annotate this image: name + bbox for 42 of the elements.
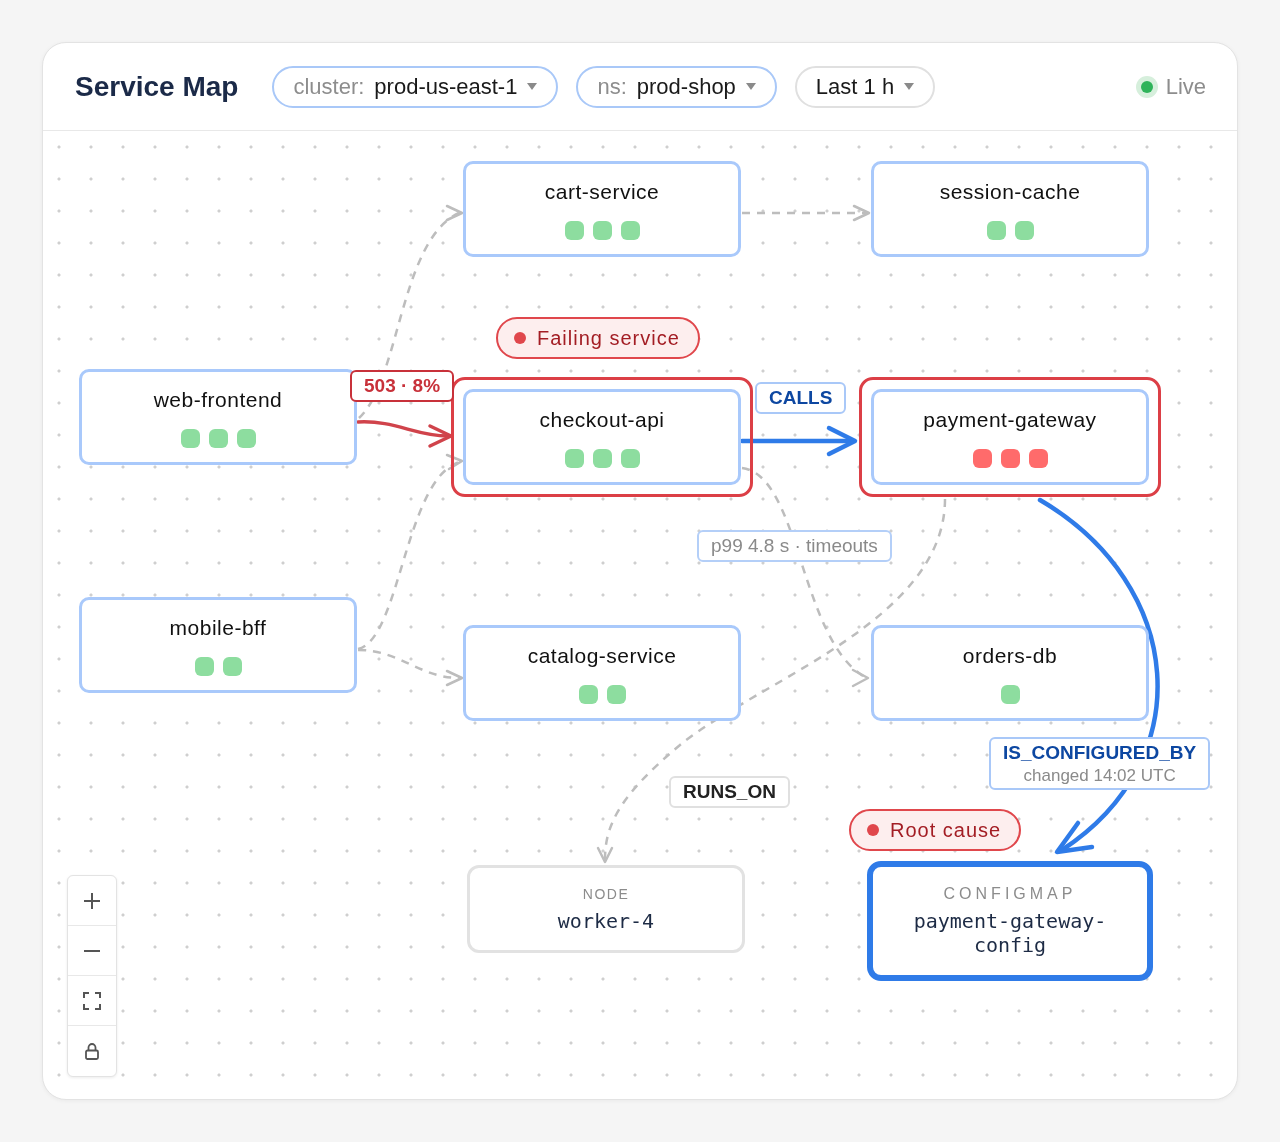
- edge-label: CALLS: [755, 382, 847, 414]
- service-name: checkout-api: [539, 407, 665, 433]
- callout-text: Failing service: [537, 326, 680, 350]
- minus-icon: [84, 949, 100, 952]
- callout-text: Root cause: [890, 818, 1002, 842]
- service-name: catalog-service: [527, 643, 677, 669]
- service-name: payment-gateway: [923, 407, 1097, 433]
- page-title: Service Map: [75, 69, 239, 104]
- service-node[interactable]: session-cache: [871, 161, 1149, 257]
- host-node[interactable]: NODE worker-4: [467, 865, 745, 953]
- service-name: orders-db: [962, 643, 1058, 669]
- caret-icon: [527, 83, 538, 90]
- edge-change-note: changed 14:02 UTC: [1023, 765, 1176, 786]
- resource-type-label: NODE: [582, 885, 630, 904]
- resource-type-label: CONFIGMAP: [943, 884, 1077, 904]
- service-node[interactable]: catalog-service: [463, 625, 741, 721]
- service-name: mobile-bff: [169, 615, 267, 641]
- service-name: web-frontend: [153, 387, 283, 413]
- fullscreen-icon: [83, 991, 101, 1010]
- service-node[interactable]: mobile-bff: [79, 597, 357, 693]
- lock-icon: [85, 1042, 99, 1060]
- service-name: session-cache: [939, 179, 1081, 205]
- edge-label: 503 · 8%: [350, 370, 455, 402]
- resource-name: payment-gateway-config: [912, 909, 1108, 957]
- caret-icon: [904, 83, 915, 90]
- service-node[interactable]: orders-db: [871, 625, 1149, 721]
- configmap-node[interactable]: CONFIGMAP payment-gateway-config: [867, 861, 1153, 981]
- resource-name: worker-4: [557, 909, 655, 933]
- filter-dropdown[interactable]: cluster: prod-us-east-1: [272, 65, 559, 108]
- edge-label: p99 4.8 s · timeouts: [697, 530, 892, 562]
- service-name: cart-service: [544, 179, 660, 205]
- live-label: Live: [1165, 73, 1206, 100]
- service-node[interactable]: web-frontend: [79, 369, 357, 465]
- service-node[interactable]: cart-service: [463, 161, 741, 257]
- service-node[interactable]: checkout-api: [463, 389, 741, 485]
- filter-dropdown[interactable]: Last 1 h: [794, 65, 936, 108]
- filter-dropdown[interactable]: ns: prod-shop: [576, 65, 777, 108]
- plus-icon: [84, 892, 100, 909]
- caret-icon: [745, 83, 756, 90]
- edge-label-text: IS_CONFIGURED_BY: [1003, 741, 1197, 765]
- edge-label: RUNS_ON: [669, 776, 790, 808]
- service-node[interactable]: payment-gateway: [871, 389, 1149, 485]
